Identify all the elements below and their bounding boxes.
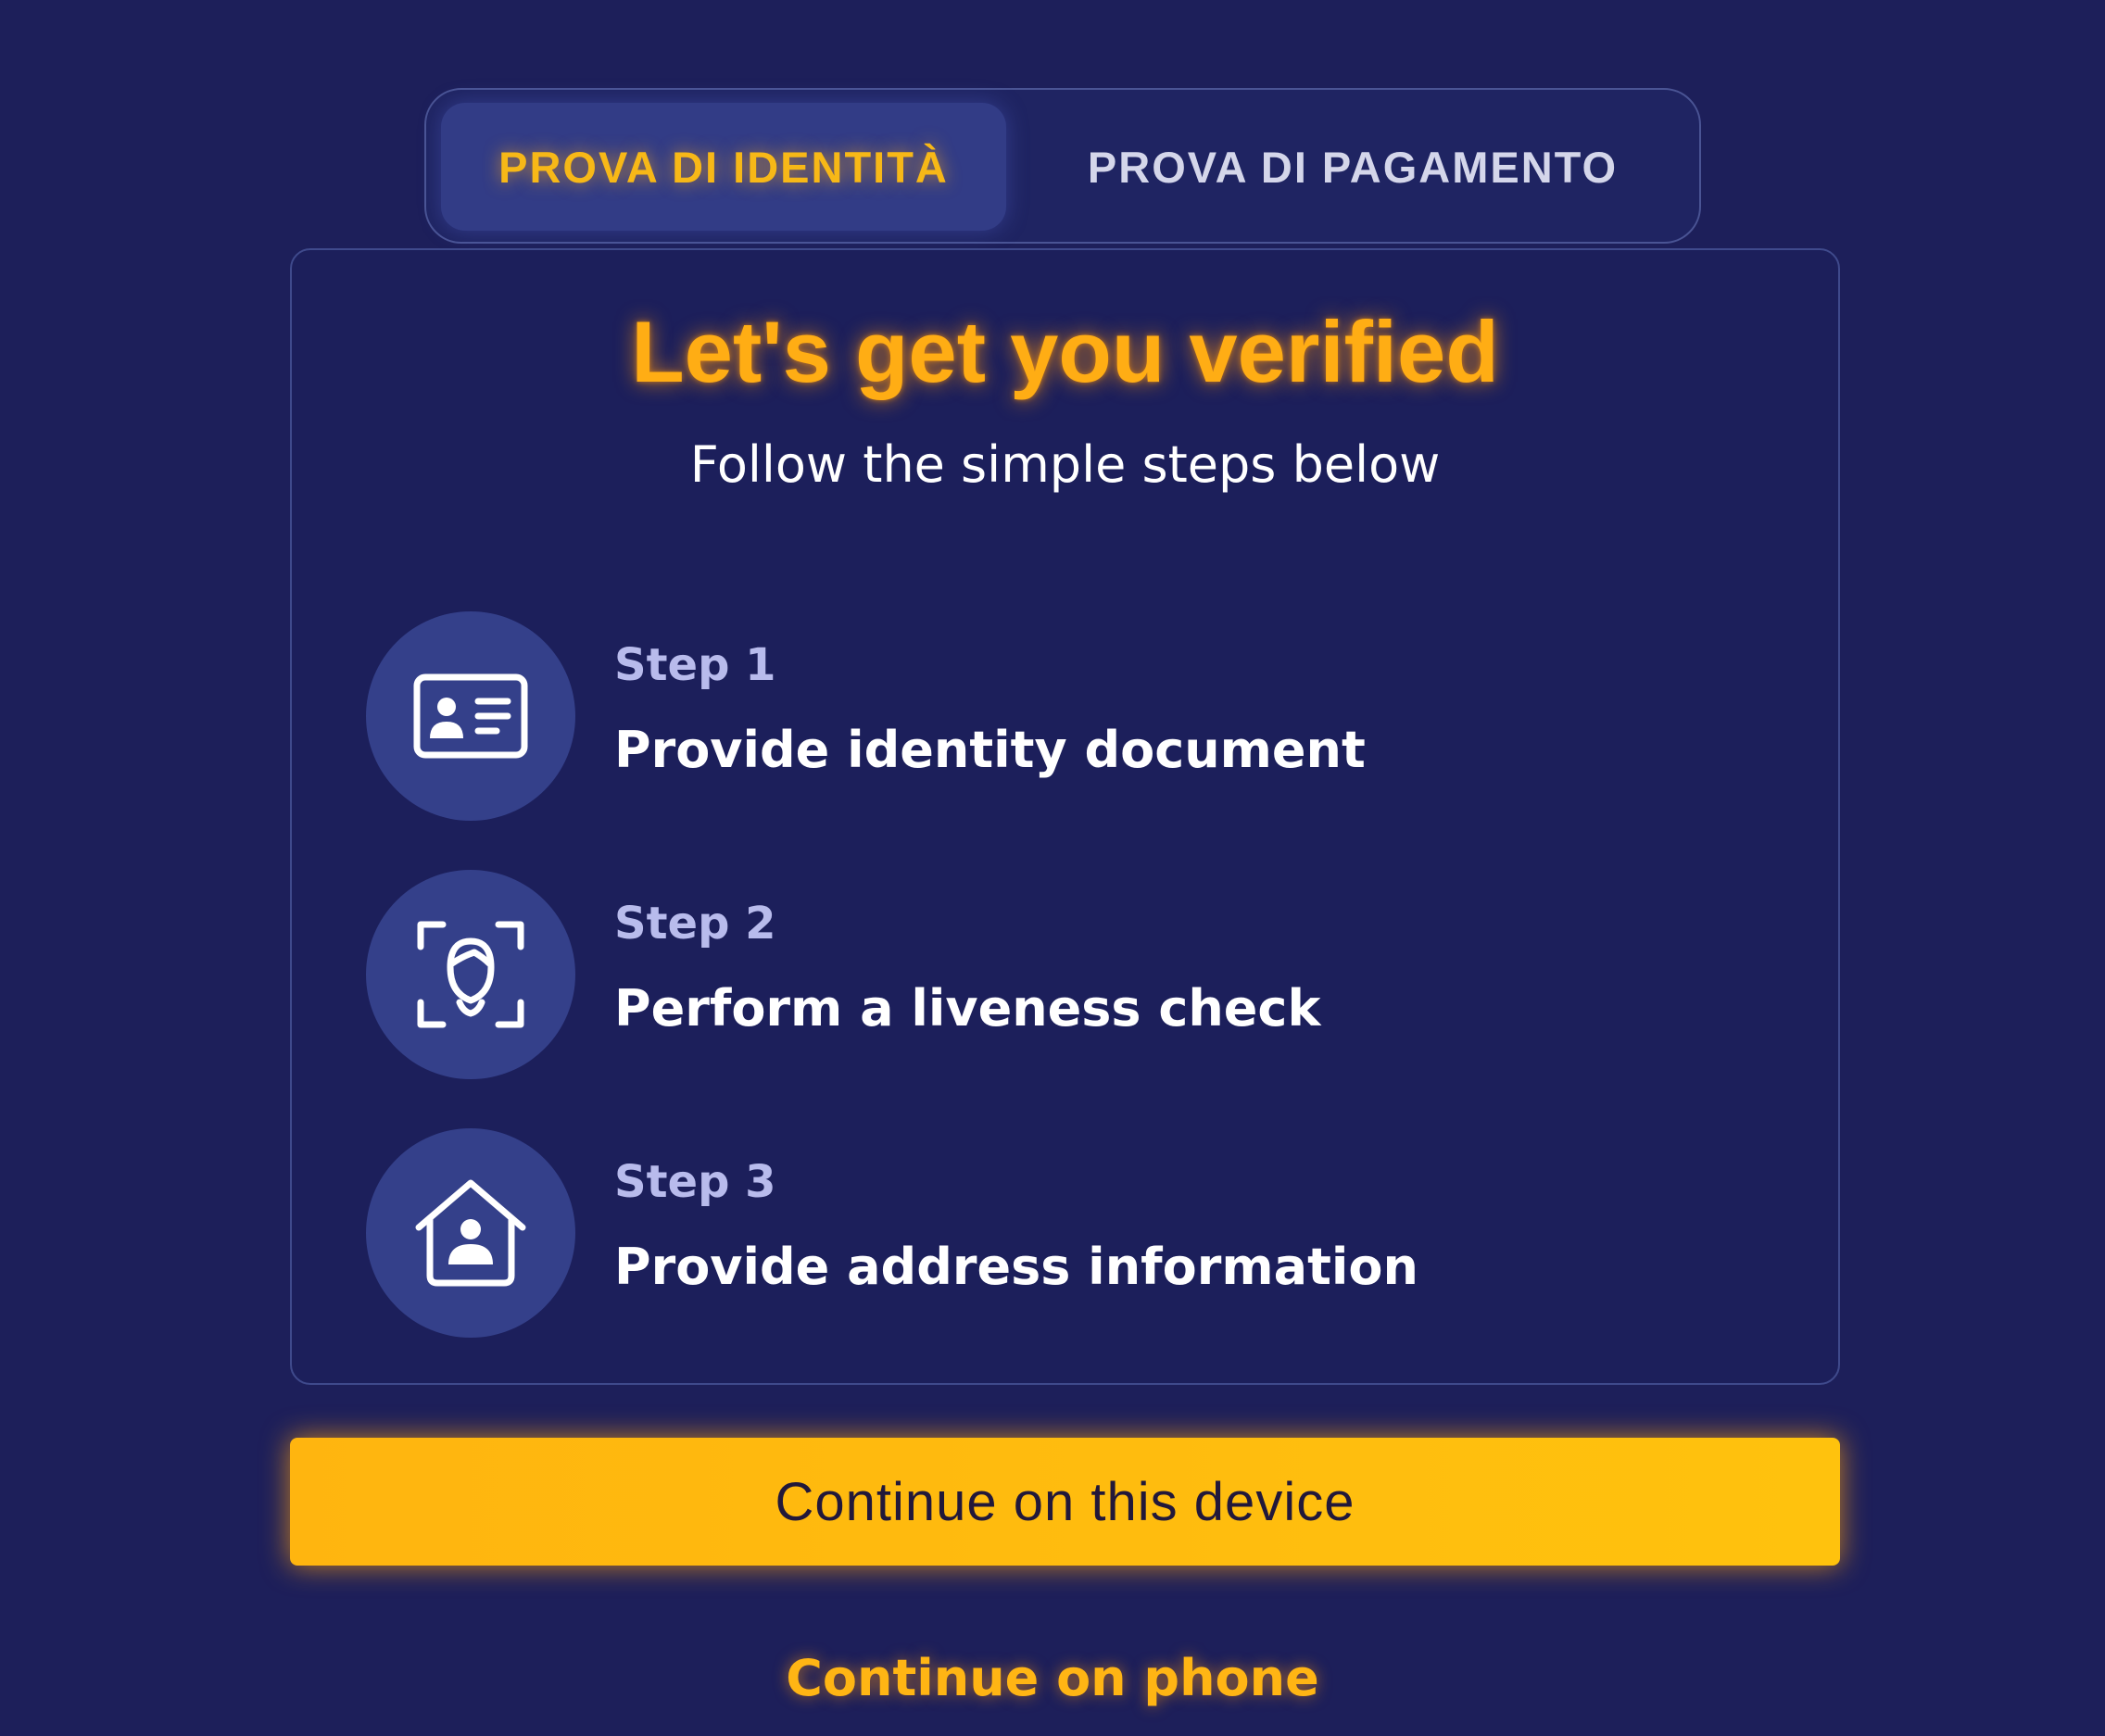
step-item-1: Step 1 Provide identity document <box>366 611 1756 821</box>
verification-card: Let's get you verified Follow the simple… <box>290 248 1840 1385</box>
step-1-icon-circle <box>366 611 575 821</box>
page-title: Let's get you verified <box>631 303 1499 400</box>
tab-identity-proof[interactable]: PROVA DI IDENTITÀ <box>441 103 1006 231</box>
step-item-3: Step 3 Provide address information <box>366 1128 1756 1338</box>
step-2-icon-circle <box>366 870 575 1079</box>
tab-payment-proof[interactable]: PROVA DI PAGAMENTO <box>1038 103 1668 231</box>
step-item-2: Step 2 Perform a liveness check <box>366 870 1756 1079</box>
step-3-icon-circle <box>366 1128 575 1338</box>
proof-tabs: PROVA DI IDENTITÀ PROVA DI PAGAMENTO <box>424 88 1701 244</box>
step-2-description: Perform a liveness check <box>614 979 1321 1038</box>
continue-on-phone-link[interactable]: Continue on phone <box>0 1649 2105 1707</box>
verification-page: PROVA DI IDENTITÀ PROVA DI PAGAMENTO Let… <box>0 0 2105 1736</box>
id-card-icon <box>413 673 528 759</box>
face-scan-icon <box>417 921 524 1028</box>
page-subtitle: Follow the simple steps below <box>689 435 1441 494</box>
step-3-label: Step 3 <box>614 1156 776 1208</box>
step-1-description: Provide identity document <box>614 721 1366 779</box>
step-2-label: Step 2 <box>614 898 776 950</box>
home-user-icon <box>415 1179 526 1287</box>
step-1-label: Step 1 <box>614 639 776 691</box>
step-3-description: Provide address information <box>614 1238 1418 1296</box>
continue-on-device-button[interactable]: Continue on this device <box>290 1438 1840 1566</box>
